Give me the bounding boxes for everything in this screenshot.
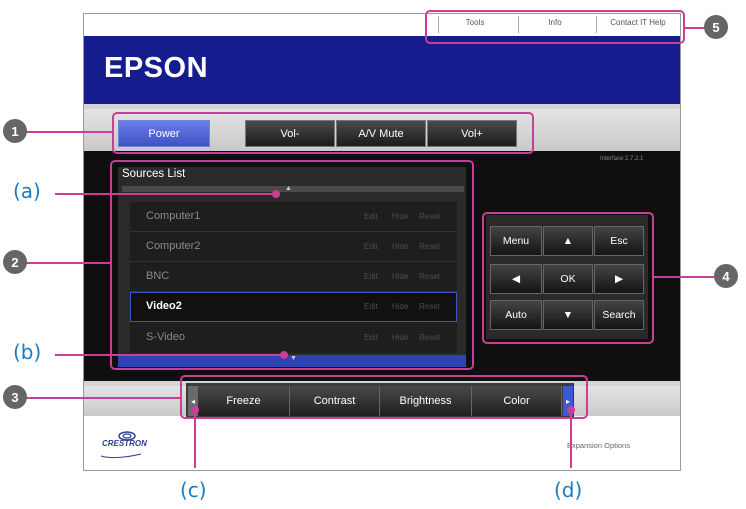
callout-dot-c	[191, 406, 199, 414]
callout-number-5: 5	[704, 15, 728, 39]
callout-line-1	[20, 131, 112, 133]
callout-line-d	[570, 410, 572, 468]
callout-number-2: 2	[3, 250, 27, 274]
crestron-wordmark: CRESTRON	[102, 439, 147, 448]
callout-line-4	[654, 276, 716, 278]
callout-dot-a	[272, 190, 280, 198]
callout-letter-c: (c)	[180, 478, 207, 502]
callout-box-2	[110, 160, 474, 370]
callout-line-3	[20, 397, 180, 399]
callout-line-2	[20, 262, 110, 264]
callout-line-c	[194, 410, 196, 468]
callout-letter-b: (b)	[13, 340, 42, 364]
expansion-options-link[interactable]: Expansion Options	[567, 441, 630, 450]
callout-box-3	[180, 375, 588, 419]
callout-dot-b	[280, 351, 288, 359]
callout-box-5	[425, 10, 685, 44]
callout-letter-d: (d)	[554, 478, 583, 502]
callout-number-1: 1	[3, 119, 27, 143]
callout-dot-d	[567, 406, 575, 414]
callout-letter-a: (a)	[13, 179, 41, 203]
interface-version: Interface 2.7.2.1	[600, 156, 644, 162]
callout-line-5	[685, 27, 705, 29]
epson-logo: EPSON	[104, 52, 209, 84]
callout-box-4	[482, 212, 654, 344]
callout-box-1	[112, 112, 534, 154]
callout-line-b	[55, 354, 283, 356]
callout-number-3: 3	[3, 385, 27, 409]
callout-line-a	[55, 193, 275, 195]
callout-number-4: 4	[714, 264, 738, 288]
